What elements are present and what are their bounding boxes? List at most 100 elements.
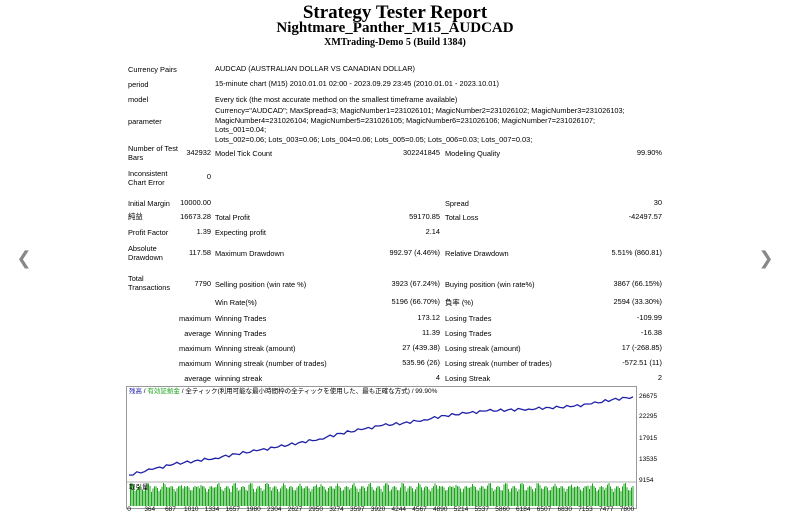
next-arrow-icon[interactable]: ❯ <box>758 250 774 268</box>
volume-bar <box>515 488 517 506</box>
volume-bar <box>413 491 415 506</box>
volume-bar <box>187 486 188 506</box>
profit-factor-value: 1.39 <box>196 227 211 236</box>
volume-bar <box>490 483 491 506</box>
volume-bar <box>239 489 241 506</box>
volume-bar <box>268 484 269 506</box>
volume-bar <box>484 488 485 506</box>
volume-bars <box>130 483 634 506</box>
volume-bar <box>532 489 533 506</box>
previous-arrow-icon[interactable]: ❮ <box>16 250 32 268</box>
volume-bar <box>256 488 257 506</box>
modeling-quality-label: Modeling Quality <box>445 149 501 158</box>
volume-bar <box>335 485 337 506</box>
volume-bar <box>494 489 496 506</box>
volume-bar <box>611 488 613 506</box>
losing-streak-trades-value: -572.51 (11) <box>622 358 662 367</box>
volume-bar <box>475 487 476 506</box>
x-tick-label: 1010 <box>184 506 199 513</box>
volume-bar <box>362 486 364 506</box>
volume-bar <box>587 485 589 506</box>
volume-bar <box>325 489 326 506</box>
volume-bar <box>347 486 349 506</box>
volume-bar <box>433 486 434 506</box>
volume-bar <box>305 486 307 506</box>
volume-bar <box>542 489 544 506</box>
maximum-drawdown-value: 992.97 (4.46%) <box>389 248 440 257</box>
volume-bar <box>251 483 253 506</box>
y-tick-label: 17915 <box>639 435 658 442</box>
avg-losing-trade-value: -16.38 <box>641 328 662 337</box>
volume-bar <box>331 486 332 506</box>
volume-bar <box>286 488 287 506</box>
x-tick-label: 364 <box>144 506 156 513</box>
volume-bar <box>499 487 500 506</box>
volume-bar <box>496 486 497 506</box>
volume-bar <box>424 487 425 506</box>
x-tick-label: 3597 <box>350 506 365 513</box>
volume-bar <box>152 488 154 506</box>
x-tick-label: 1980 <box>246 506 261 513</box>
volume-bar <box>470 486 472 506</box>
volume-bar <box>500 490 502 506</box>
server-build: XMTrading-Demo 5 (Build 1384) <box>324 37 466 48</box>
volume-bar <box>289 486 290 506</box>
volume-bar <box>613 491 614 506</box>
x-tick-label: 2627 <box>287 506 303 513</box>
volume-bar <box>296 487 298 506</box>
x-tick-label: 687 <box>165 506 176 513</box>
avg-winning-trade-value: 11.39 <box>422 328 440 337</box>
volume-bar <box>134 490 136 506</box>
volume-bar <box>323 486 325 506</box>
inconsistent-chart-error-value: 0 <box>206 172 211 181</box>
volume-bar <box>367 486 368 506</box>
volume-bar <box>272 487 274 506</box>
relative-drawdown-value: 5.51% (860.81) <box>611 248 662 257</box>
volume-bar <box>377 486 379 506</box>
volume-bar <box>397 490 398 506</box>
volume-bar <box>215 487 217 506</box>
volume-bar <box>304 488 305 506</box>
volume-bar <box>149 485 151 506</box>
x-tick-label: 2950 <box>308 506 323 513</box>
volume-bar <box>596 490 598 506</box>
volume-bar <box>266 483 268 506</box>
model-tick-count-label: Model Tick Count <box>215 149 273 158</box>
volume-bar <box>434 483 436 506</box>
volume-bar <box>436 485 437 506</box>
expected-profit-label: Expecting profit <box>215 228 266 237</box>
volume-bar <box>590 485 592 506</box>
volume-bar <box>491 487 493 506</box>
volume-label: 取引量 <box>129 484 149 491</box>
volume-bar <box>428 489 430 506</box>
volume-bar <box>544 486 545 506</box>
volume-bar <box>352 484 353 506</box>
volume-bar <box>368 484 370 506</box>
volume-bar <box>514 486 515 506</box>
volume-bar <box>253 488 254 506</box>
volume-bar <box>604 489 605 506</box>
volume-bar <box>190 490 191 506</box>
volume-bar <box>632 486 634 506</box>
volume-bar <box>172 486 173 506</box>
volume-bar <box>452 486 454 506</box>
spread-value: 30 <box>653 198 662 207</box>
volume-bar <box>389 491 391 506</box>
volume-bar <box>425 486 427 506</box>
volume-bar <box>194 486 196 506</box>
volume-bar <box>376 487 377 506</box>
volume-bar <box>392 486 394 506</box>
volume-bar <box>449 486 451 506</box>
volume-bar <box>169 487 170 506</box>
volume-bar <box>593 486 595 506</box>
volume-bar <box>380 488 382 506</box>
volume-bar <box>562 486 563 506</box>
volume-bar <box>619 488 620 506</box>
expected-profit-value: 2.14 <box>425 227 440 236</box>
volume-bar <box>182 488 184 506</box>
winning-streak-amount-label: Winning streak (amount) <box>215 344 296 353</box>
volume-bar <box>328 488 329 506</box>
total-profit-value: 59170.85 <box>409 212 440 221</box>
volume-bar <box>403 483 404 506</box>
volume-bar <box>230 491 232 506</box>
